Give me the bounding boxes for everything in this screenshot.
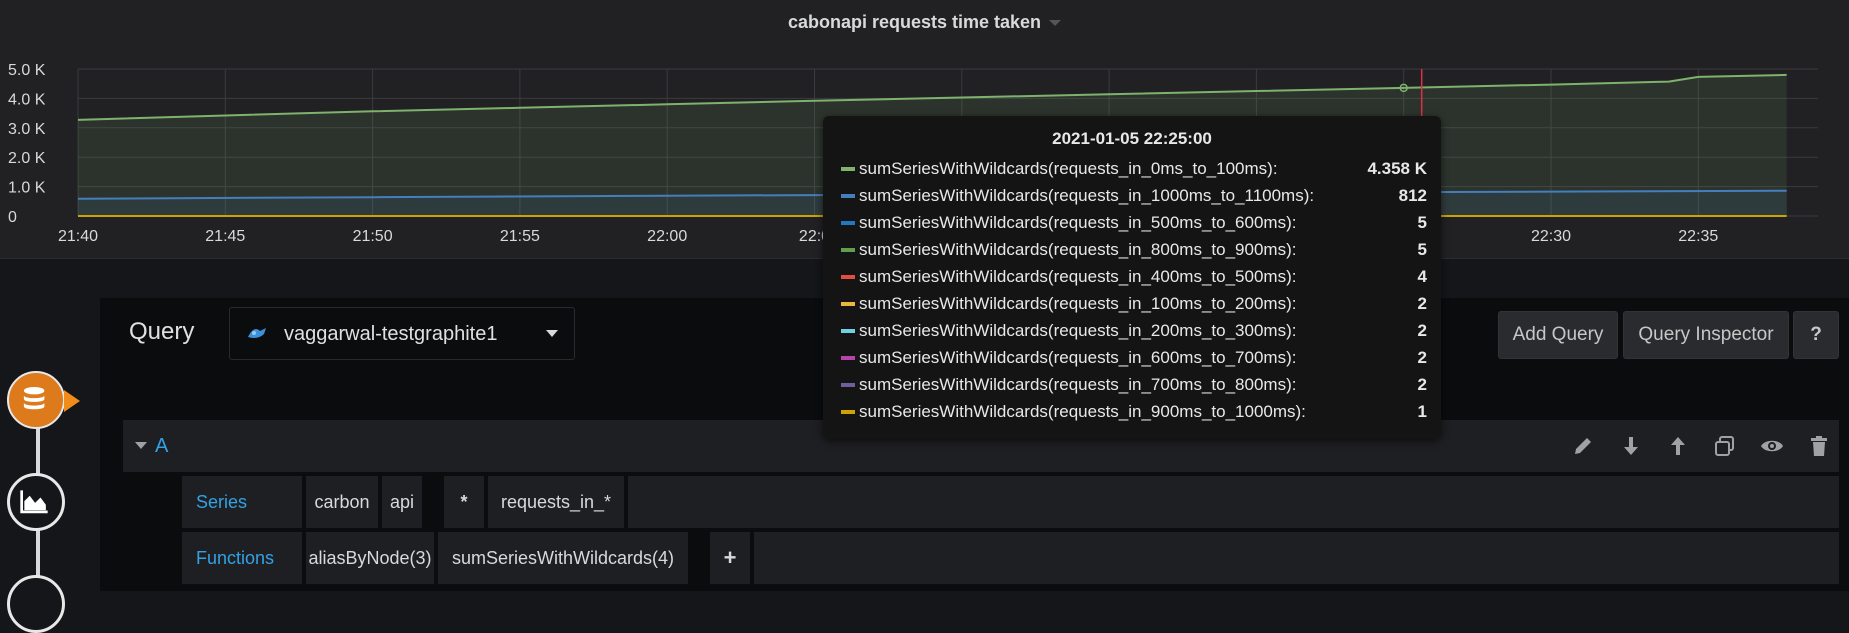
query-ref-id: A	[155, 435, 169, 457]
tooltip-series-name: sumSeriesWithWildcards(requests_in_200ms…	[859, 321, 1297, 340]
arrow-up-icon[interactable]	[1666, 434, 1690, 458]
functions-row-fill	[754, 532, 1839, 584]
tooltip-series-name: sumSeriesWithWildcards(requests_in_1000m…	[859, 186, 1315, 205]
tooltip-row: sumSeriesWithWildcards(requests_in_100ms…	[823, 290, 1441, 317]
tooltip-row: sumSeriesWithWildcards(requests_in_200ms…	[823, 317, 1441, 344]
series-segment[interactable]: *	[444, 476, 484, 528]
collapse-caret-icon[interactable]	[135, 442, 147, 449]
tooltip-series-value: 1	[1417, 402, 1427, 421]
x-tick-label: 21:45	[205, 228, 245, 245]
query-heading: Query	[129, 318, 195, 345]
active-step-arrow-icon	[64, 390, 80, 412]
duplicate-icon[interactable]	[1713, 434, 1737, 458]
series-color-swatch	[841, 275, 855, 279]
function-chip[interactable]: sumSeriesWithWildcards(4)	[438, 532, 688, 584]
series-color-swatch	[841, 356, 855, 360]
series-row-fill	[628, 476, 1839, 528]
eye-icon[interactable]	[1760, 434, 1784, 458]
tooltip-series-value: 5	[1417, 240, 1427, 259]
tooltip-row: sumSeriesWithWildcards(requests_in_400ms…	[823, 263, 1441, 290]
help-button[interactable]: ?	[1793, 311, 1839, 359]
tooltip-series-value: 2	[1417, 348, 1427, 367]
series-label: Series	[182, 476, 302, 528]
series-color-swatch	[841, 329, 855, 333]
tooltip-series-value: 4.358 K	[1367, 159, 1427, 178]
series-color-swatch	[841, 221, 855, 225]
tooltip-series-name: sumSeriesWithWildcards(requests_in_600ms…	[859, 348, 1297, 367]
tooltip-series-value: 5	[1417, 213, 1427, 232]
y-tick-label: 3.0 K	[8, 121, 46, 138]
y-tick-label: 4.0 K	[8, 91, 46, 108]
tooltip-time: 2021-01-05 22:25:00	[1052, 129, 1212, 148]
series-segment[interactable]: requests_in_*	[488, 476, 624, 528]
series-color-swatch	[841, 410, 855, 414]
series-color-swatch	[841, 383, 855, 387]
trash-icon[interactable]	[1807, 434, 1831, 458]
tooltip-series-value: 4	[1417, 267, 1427, 286]
title-caret-icon	[1049, 20, 1062, 27]
functions-label: Functions	[182, 532, 302, 584]
tooltip-series-name: sumSeriesWithWildcards(requests_in_400ms…	[859, 267, 1297, 286]
arrow-down-icon[interactable]	[1619, 434, 1643, 458]
series-color-swatch	[841, 167, 855, 171]
tooltip-row: sumSeriesWithWildcards(requests_in_1000m…	[823, 182, 1441, 209]
x-tick-label: 21:55	[500, 228, 540, 245]
tooltip-series-name: sumSeriesWithWildcards(requests_in_100ms…	[859, 294, 1297, 313]
x-tick-label: 21:50	[353, 228, 393, 245]
tooltip-row: sumSeriesWithWildcards(requests_in_500ms…	[823, 209, 1441, 236]
series-color-swatch	[841, 302, 855, 306]
panel-title-text: cabonapi requests time taken	[787, 12, 1042, 32]
y-tick-label: 5.0 K	[8, 62, 46, 79]
query-inspector-button[interactable]: Query Inspector	[1623, 311, 1789, 359]
tooltip-series-name: sumSeriesWithWildcards(requests_in_800ms…	[859, 240, 1297, 259]
x-tick-label: 22:00	[647, 228, 687, 245]
queries-step[interactable]	[7, 371, 65, 429]
add-query-button[interactable]: Add Query	[1498, 311, 1618, 359]
graph-tooltip: 2021-01-05 22:25:00 sumSeriesWithWildcar…	[823, 116, 1441, 439]
tooltip-series-value: 2	[1417, 294, 1427, 313]
series-color-swatch	[841, 194, 855, 198]
add-function-button[interactable]: +	[710, 532, 750, 584]
database-icon	[23, 386, 45, 410]
function-chip[interactable]: aliasByNode(3)	[306, 532, 434, 584]
tooltip-row: sumSeriesWithWildcards(requests_in_700ms…	[823, 371, 1441, 398]
series-segment[interactable]: carbon	[306, 476, 378, 528]
y-tick-label: 1.0 K	[8, 180, 46, 197]
general-step[interactable]	[7, 575, 65, 633]
tooltip-row: sumSeriesWithWildcards(requests_in_0ms_t…	[823, 155, 1441, 182]
datasource-picker[interactable]: vaggarwal-testgraphite1	[229, 307, 575, 360]
series-color-swatch	[841, 248, 855, 252]
series-segment[interactable]: api	[382, 476, 422, 528]
panel-title[interactable]: cabonapi requests time taken	[0, 12, 1849, 33]
graphite-icon	[248, 328, 266, 338]
visualization-step[interactable]	[7, 473, 65, 531]
datasource-name: vaggarwal-testgraphite1	[284, 323, 498, 345]
tooltip-series-value: 2	[1417, 321, 1427, 340]
tooltip-series-name: sumSeriesWithWildcards(requests_in_700ms…	[859, 375, 1297, 394]
y-tick-label: 2.0 K	[8, 150, 46, 167]
tooltip-series-value: 2	[1417, 375, 1427, 394]
x-tick-label: 22:30	[1531, 228, 1571, 245]
tooltip-row: sumSeriesWithWildcards(requests_in_600ms…	[823, 344, 1441, 371]
tooltip-row: sumSeriesWithWildcards(requests_in_800ms…	[823, 236, 1441, 263]
y-tick-label: 0	[8, 209, 17, 226]
tooltip-series-name: sumSeriesWithWildcards(requests_in_500ms…	[859, 213, 1297, 232]
tooltip-series-value: 812	[1398, 186, 1427, 205]
tooltip-series-name: sumSeriesWithWildcards(requests_in_0ms_t…	[859, 159, 1278, 178]
x-tick-label: 22:35	[1678, 228, 1718, 245]
pencil-icon[interactable]	[1571, 434, 1595, 458]
tooltip-series-name: sumSeriesWithWildcards(requests_in_900ms…	[859, 402, 1306, 421]
tooltip-row: sumSeriesWithWildcards(requests_in_900ms…	[823, 398, 1441, 425]
x-tick-label: 21:40	[58, 228, 98, 245]
tooltip-rows: sumSeriesWithWildcards(requests_in_0ms_t…	[823, 155, 1441, 425]
area-chart-icon	[20, 490, 48, 514]
chevron-down-icon	[546, 330, 558, 337]
